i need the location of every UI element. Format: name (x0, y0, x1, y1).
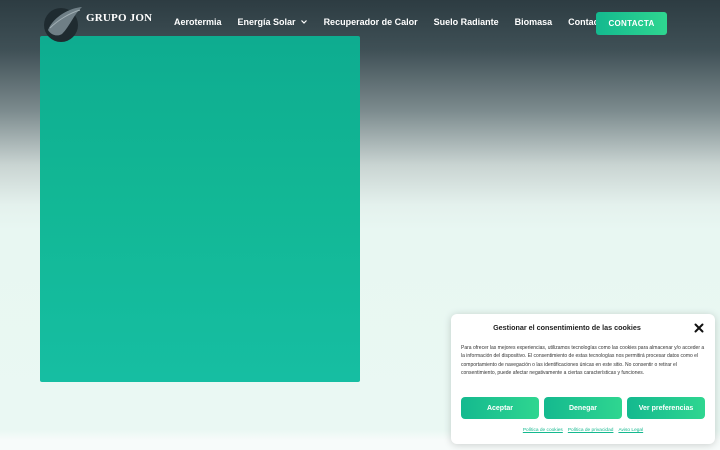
nav-aerotermia[interactable]: Aerotermia (174, 17, 222, 27)
accept-cookies-button[interactable]: Aceptar (461, 397, 539, 419)
nav-suelo-radiante[interactable]: Suelo Radiante (434, 17, 499, 27)
hero-image-placeholder (40, 36, 360, 382)
nav-label: Biomasa (514, 17, 553, 27)
logo-icon[interactable] (40, 4, 84, 42)
cookie-title: Gestionar el consentimiento de las cooki… (493, 323, 641, 332)
nav-recuperador-de-calor[interactable]: Recuperador de Calor (324, 17, 418, 27)
cookie-policy-link[interactable]: Política de cookies (523, 428, 563, 433)
brand-name[interactable]: GRUPO JON (86, 12, 152, 24)
cookie-consent-banner: Gestionar el consentimiento de las cooki… (451, 314, 715, 444)
nav-label: Suelo Radiante (433, 17, 499, 27)
privacy-policy-link[interactable]: Política de privacidad (568, 428, 614, 433)
cookie-policy-links: Política de cookies Política de privacid… (451, 428, 715, 433)
nav-energia-solar[interactable]: Energía Solar (238, 17, 308, 27)
view-preferences-button[interactable]: Ver preferencias (627, 397, 705, 419)
deny-cookies-button[interactable]: Denegar (544, 397, 622, 419)
contacta-button[interactable]: CONTACTA (596, 12, 667, 35)
nav-biomasa[interactable]: Biomasa (515, 17, 553, 27)
chevron-down-icon (300, 20, 307, 24)
nav-label: Aerotermia (174, 17, 222, 27)
close-icon[interactable] (694, 323, 704, 333)
cookie-description: Para ofrecer las mejores experiencias, u… (461, 345, 705, 376)
legal-notice-link[interactable]: Aviso Legal (618, 428, 643, 433)
main-nav: Aerotermia Energía Solar Recuperador de … (174, 17, 623, 27)
site-header: GRUPO JON Aerotermia Energía Solar Recup… (0, 0, 720, 46)
nav-label: Energía Solar (237, 17, 296, 27)
nav-label: Recuperador de Calor (323, 17, 418, 27)
